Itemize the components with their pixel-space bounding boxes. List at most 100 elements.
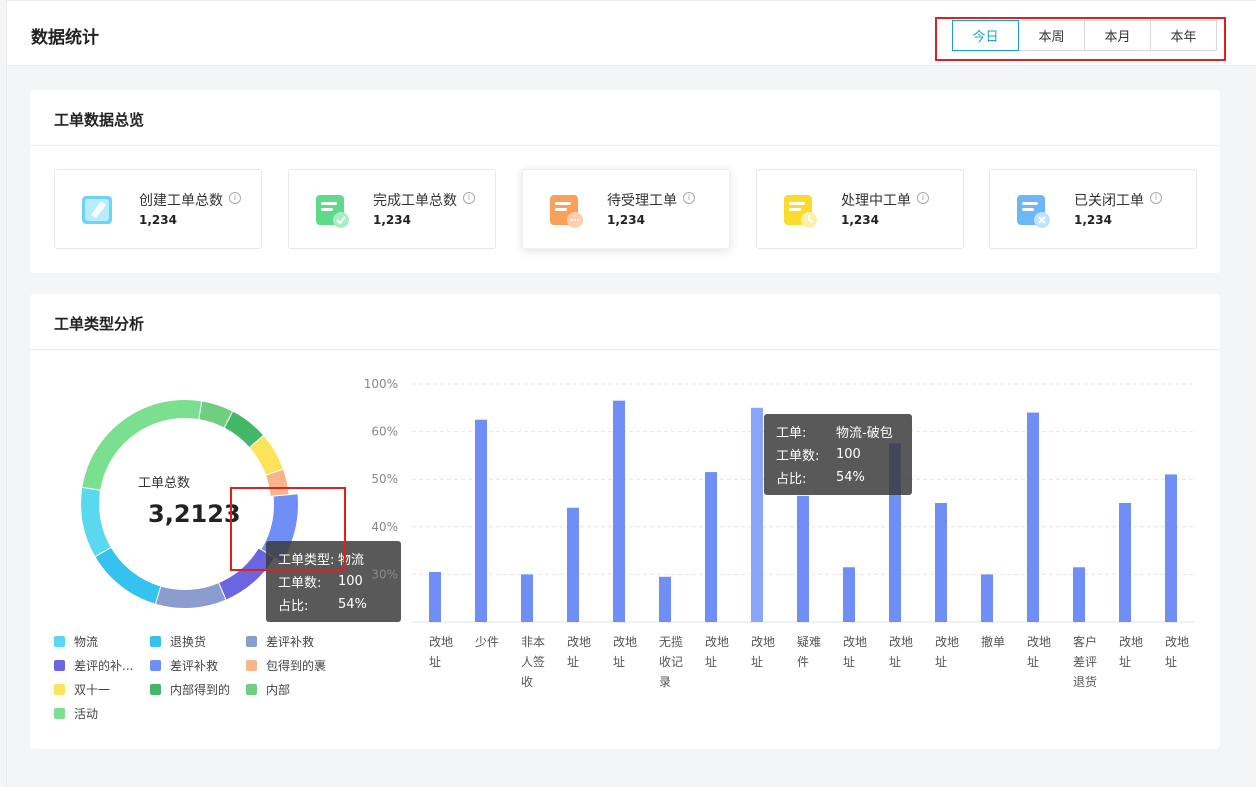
legend-label: 物流 xyxy=(74,635,99,649)
donut-slice xyxy=(80,486,112,558)
info-icon[interactable]: i xyxy=(229,192,241,204)
x-tick-label: 改地 xyxy=(1119,635,1143,649)
stat-card-created[interactable]: 创建工单总数 i 1,234 xyxy=(54,169,262,249)
tooltip-value: 100 xyxy=(836,447,861,462)
bar xyxy=(751,407,763,622)
stat-card-processing[interactable]: 处理中工单 i 1,234 xyxy=(756,169,964,249)
x-tick-label: 录 xyxy=(659,675,671,689)
tickets-closed-icon xyxy=(1017,195,1050,228)
stat-card-closed[interactable]: 已关闭工单 i 1,234 xyxy=(989,169,1197,249)
tooltip-value: 54% xyxy=(836,470,865,485)
tickets-done-icon xyxy=(316,195,349,228)
analysis-title: 工单类型分析 xyxy=(54,315,145,333)
legend-item[interactable]: 活动 xyxy=(54,705,98,722)
x-tick-label: 收记 xyxy=(659,655,683,669)
x-tick-label: 改地 xyxy=(889,635,913,649)
page-title: 数据统计 xyxy=(31,28,99,48)
x-tick-label: 改地 xyxy=(935,635,959,649)
legend-label: 差评的补... xyxy=(74,659,134,673)
stat-value: 1,234 xyxy=(373,213,411,227)
stat-value: 1,234 xyxy=(1074,213,1112,227)
bar xyxy=(567,507,579,622)
x-tick-label: 址 xyxy=(751,655,763,669)
legend-swatch xyxy=(246,636,257,647)
tickets-pending-icon xyxy=(550,195,583,228)
analysis-divider xyxy=(30,349,1220,350)
overview-title: 工单数据总览 xyxy=(54,111,145,129)
x-tick-label: 改地 xyxy=(613,635,637,649)
tooltip-key: 工单: xyxy=(776,426,807,441)
legend-item[interactable]: 包得到的裹 xyxy=(246,657,326,674)
tooltip-key: 占比: xyxy=(776,472,807,487)
info-icon[interactable]: i xyxy=(683,192,695,204)
y-tick-label: 60% xyxy=(371,425,398,439)
x-tick-label: 客户 xyxy=(1073,634,1097,649)
stat-label: 已关闭工单 xyxy=(1074,193,1144,209)
legend-swatch xyxy=(54,708,65,719)
bar xyxy=(1165,474,1177,622)
tooltip-key: 工单数: xyxy=(278,576,322,591)
x-tick-label: 改地 xyxy=(1165,635,1189,649)
y-tick-label: 40% xyxy=(371,520,398,534)
bar xyxy=(1027,412,1039,622)
overview-divider xyxy=(30,145,1220,146)
bar xyxy=(475,419,487,622)
legend-item[interactable]: 差评补救 xyxy=(246,633,314,650)
range-year-button[interactable]: 本年 xyxy=(1150,20,1217,51)
legend-swatch xyxy=(150,684,161,695)
info-icon[interactable]: i xyxy=(917,192,929,204)
legend-item[interactable]: 双十一 xyxy=(54,681,110,698)
donut-slice xyxy=(94,546,162,605)
tickets-processing-icon xyxy=(784,195,817,228)
stat-card-pending[interactable]: 待受理工单 i 1,234 xyxy=(522,169,730,249)
legend-swatch xyxy=(54,684,65,695)
stat-label: 完成工单总数 xyxy=(373,193,457,209)
x-tick-label: 址 xyxy=(843,655,855,669)
legend-item[interactable]: 内部 xyxy=(246,681,290,698)
x-tick-label: 址 xyxy=(1119,655,1131,669)
x-tick-label: 少件 xyxy=(475,635,499,649)
bar xyxy=(521,574,533,622)
donut-center-label: 工单总数 xyxy=(138,476,191,491)
x-tick-label: 址 xyxy=(567,655,579,669)
stat-value: 1,234 xyxy=(139,213,177,227)
range-week-button[interactable]: 本周 xyxy=(1018,20,1085,51)
x-tick-label: 改地 xyxy=(843,635,867,649)
page: 数据统计 今日 本周 本月 本年 工单数据总览 创建工单总数 i 1,234 完… xyxy=(6,0,1256,787)
legend-label: 差评补救 xyxy=(170,659,219,673)
legend-swatch xyxy=(54,660,65,671)
tooltip-value: 物流-破包 xyxy=(836,426,893,441)
legend-swatch xyxy=(246,660,257,671)
x-tick-label: 撤单 xyxy=(981,634,1005,649)
bar xyxy=(1073,567,1085,622)
legend-label: 活动 xyxy=(74,707,99,721)
x-tick-label: 址 xyxy=(613,655,625,669)
stat-value: 1,234 xyxy=(841,213,879,227)
legend-item[interactable]: 差评补救 xyxy=(150,657,218,674)
x-tick-label: 址 xyxy=(1027,655,1039,669)
donut-center-value: 3,2123 xyxy=(148,500,241,528)
x-tick-label: 址 xyxy=(889,655,901,669)
legend-item[interactable]: 差评的补... xyxy=(54,657,133,674)
legend-swatch xyxy=(150,660,161,671)
donut-highlight-box xyxy=(230,487,346,571)
analysis-card: 工单类型分析 工单总数 3,2123 工单类型: 物流 工单数: 100 占比: 54… xyxy=(30,294,1220,749)
info-icon[interactable]: i xyxy=(1150,192,1162,204)
top-bar: 数据统计 今日 本周 本月 本年 xyxy=(7,0,1256,66)
legend-item[interactable]: 内部得到的 xyxy=(150,681,230,698)
x-tick-label: 收 xyxy=(521,675,533,689)
info-icon[interactable]: i xyxy=(463,192,475,204)
stat-label: 处理中工单 xyxy=(841,193,911,209)
stat-label: 待受理工单 xyxy=(607,193,677,209)
tooltip-key: 占比: xyxy=(278,599,309,614)
legend-item[interactable]: 退换货 xyxy=(150,633,206,650)
stat-value: 1,234 xyxy=(607,213,645,227)
legend-swatch xyxy=(246,684,257,695)
bar xyxy=(981,574,993,622)
x-tick-label: 非本 xyxy=(521,635,545,649)
x-tick-label: 改地 xyxy=(429,635,453,649)
stat-card-completed[interactable]: 完成工单总数 i 1,234 xyxy=(288,169,496,249)
legend-item[interactable]: 物流 xyxy=(54,633,98,650)
range-today-button[interactable]: 今日 xyxy=(952,20,1019,51)
range-month-button[interactable]: 本月 xyxy=(1084,20,1151,51)
